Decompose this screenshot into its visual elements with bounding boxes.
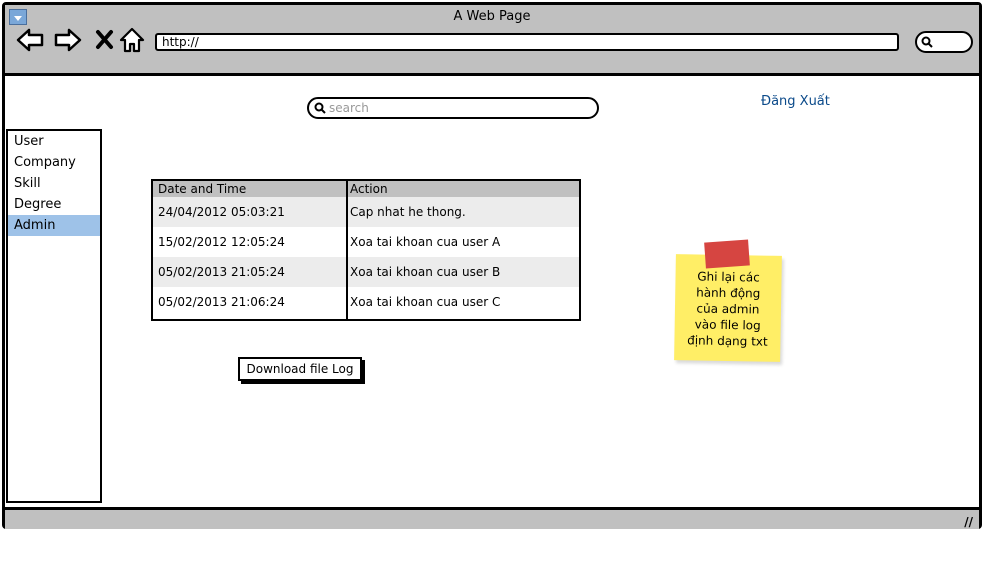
column-header-action[interactable]: Action: [350, 182, 388, 196]
cell-action: Xoa tai khoan cua user A: [350, 235, 501, 249]
browser-search-field[interactable]: [915, 31, 973, 53]
search-box[interactable]: [307, 97, 599, 119]
cell-datetime: 05/02/2013 21:06:24: [158, 295, 285, 309]
cell-action: Cap nhat he thong.: [350, 205, 466, 219]
column-divider: [346, 181, 348, 319]
column-header-datetime[interactable]: Date and Time: [158, 182, 246, 196]
tape-decoration: [704, 239, 750, 269]
cell-datetime: 24/04/2012 05:03:21: [158, 205, 285, 219]
home-icon[interactable]: [117, 25, 147, 55]
sidebar-item-admin[interactable]: Admin: [8, 215, 100, 236]
search-icon: [921, 36, 933, 48]
download-log-button[interactable]: Download file Log: [238, 357, 362, 381]
address-bar[interactable]: http://: [155, 33, 899, 51]
cell-action: Xoa tai khoan cua user B: [350, 265, 501, 279]
cell-datetime: 15/02/2012 12:05:24: [158, 235, 285, 249]
sticky-note-text: Ghi lại các hành động của admin vào file…: [687, 269, 768, 349]
window-title: A Web Page: [453, 9, 531, 24]
sidebar-item-user[interactable]: User: [8, 131, 100, 152]
cell-datetime: 05/02/2013 21:05:24: [158, 265, 285, 279]
log-table: Date and Time Action 24/04/2012 05:03:21…: [151, 179, 581, 321]
sidebar-menu: User Company Skill Degree Admin: [6, 129, 102, 503]
search-input[interactable]: [329, 100, 589, 116]
search-icon: [314, 102, 326, 114]
cell-action: Xoa tai khoan cua user C: [350, 295, 501, 309]
browser-window: A Web Page http:// Đăng Xuất User: [2, 2, 982, 529]
sidebar-item-skill[interactable]: Skill: [8, 173, 100, 194]
logout-link[interactable]: Đăng Xuất: [761, 94, 830, 109]
back-icon[interactable]: [15, 25, 45, 55]
resize-grip-icon[interactable]: //: [964, 515, 973, 529]
sticky-note: Ghi lại các hành động của admin vào file…: [674, 254, 782, 362]
forward-icon[interactable]: [53, 25, 83, 55]
status-bar: //: [5, 507, 979, 529]
browser-toolbar: A Web Page http://: [5, 5, 979, 76]
sidebar-item-company[interactable]: Company: [8, 152, 100, 173]
sidebar-item-degree[interactable]: Degree: [8, 194, 100, 215]
